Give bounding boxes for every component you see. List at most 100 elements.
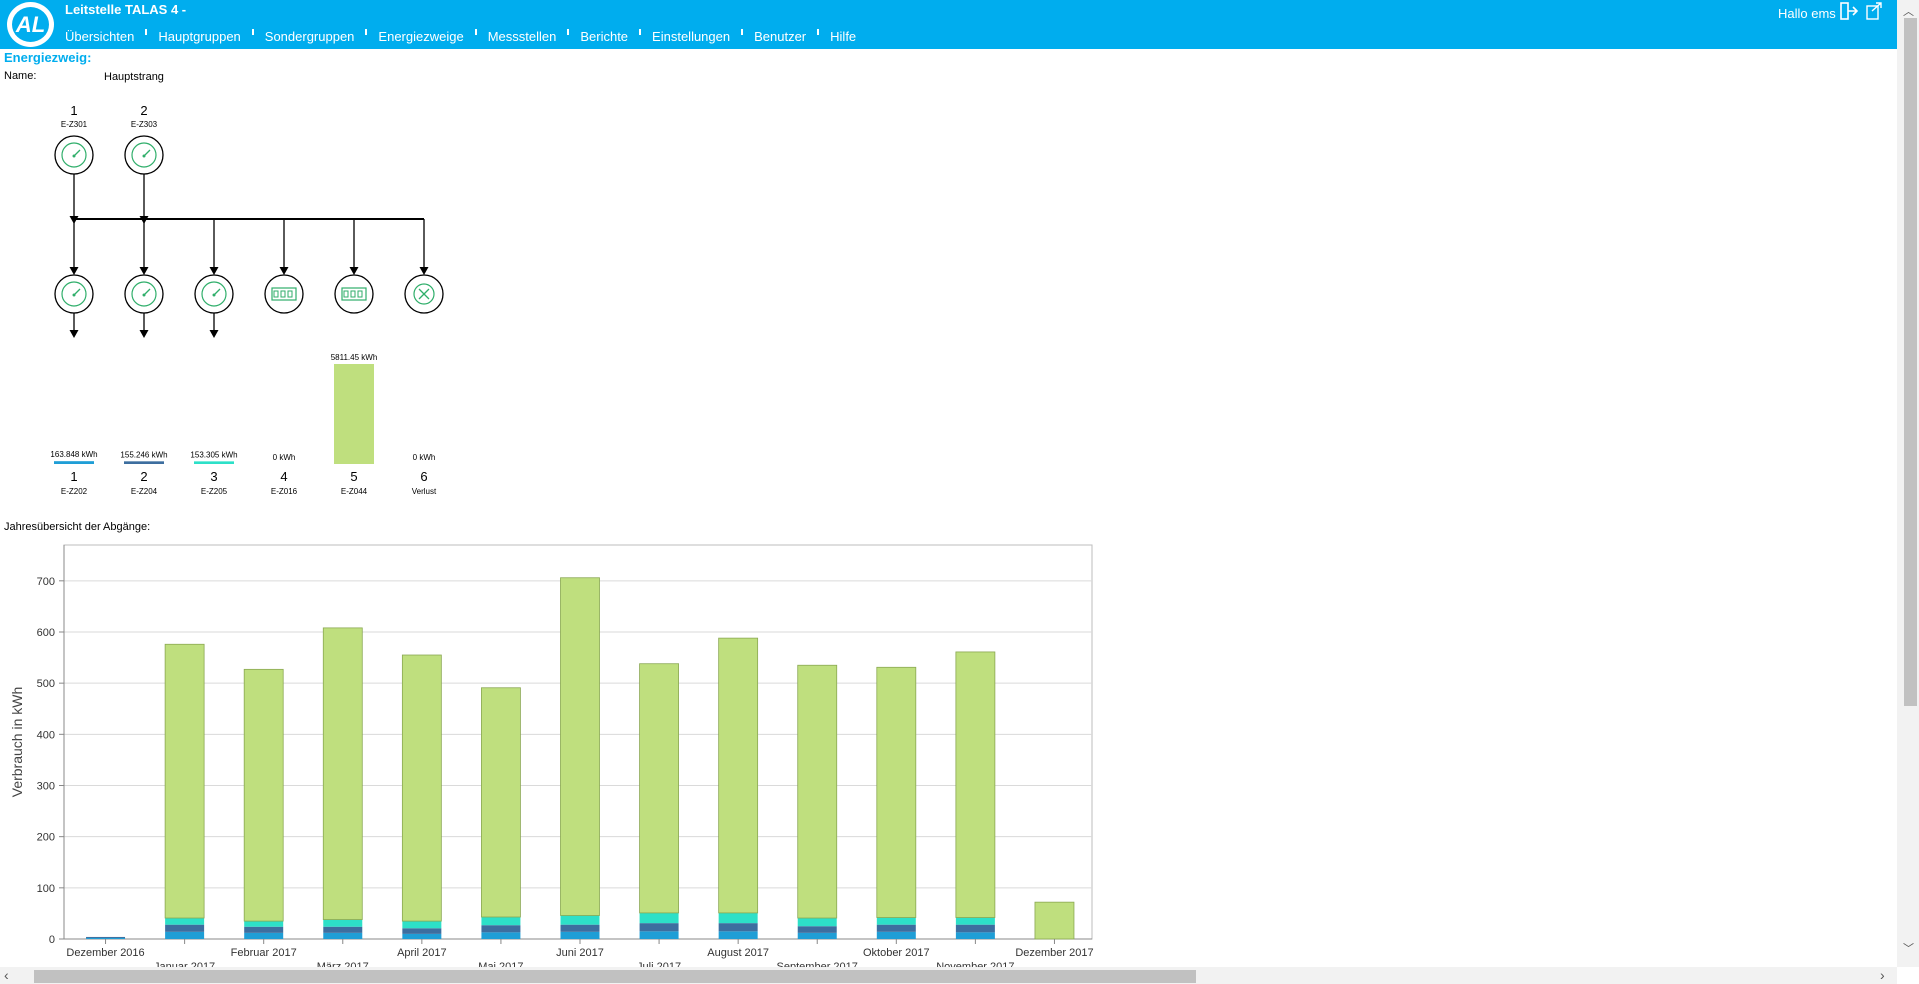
output-meter-5[interactable]	[334, 274, 374, 314]
logout-icon[interactable]	[1839, 1, 1859, 21]
bar-segment[interactable]	[797, 664, 838, 919]
bar-segment[interactable]	[718, 923, 758, 932]
bar-segment[interactable]	[718, 912, 758, 924]
output-meter-6[interactable]	[404, 274, 444, 314]
x-tick-label: Juni 2017	[556, 947, 604, 959]
bar-segment[interactable]	[797, 932, 837, 939]
nav-separator	[741, 29, 744, 35]
bar-segment[interactable]	[322, 627, 363, 920]
bar-segment[interactable]	[560, 924, 600, 932]
bar-segment[interactable]	[402, 921, 442, 929]
output-meter-3[interactable]	[194, 274, 234, 314]
x-tick-label: Februar 2017	[231, 947, 297, 959]
bar-segment[interactable]	[481, 932, 521, 939]
nav-item-hauptgruppen[interactable]: Hauptgruppen	[158, 29, 240, 45]
nav-item-hilfe[interactable]: Hilfe	[830, 29, 856, 45]
nav-item-benutzer[interactable]: Benutzer	[754, 29, 806, 45]
nav-separator	[817, 29, 820, 35]
bar-segment[interactable]	[244, 926, 284, 933]
output-meter-4-ring	[264, 274, 304, 314]
name-label: Name:	[4, 70, 37, 82]
bar-segment[interactable]	[718, 637, 759, 914]
gauge-hub	[72, 293, 76, 297]
scroll-up-icon[interactable]: ︿	[1903, 3, 1914, 19]
bar-segment[interactable]	[560, 577, 600, 916]
scroll-down-icon[interactable]: ﹀	[1903, 940, 1914, 956]
bar-segment[interactable]	[244, 932, 284, 939]
output-number: 2	[140, 469, 147, 484]
x-tick-label: Dezember 2017	[1015, 947, 1093, 959]
bar-segment[interactable]	[323, 926, 363, 933]
y-tick-label: 100	[37, 883, 55, 895]
y-tick-label: 200	[37, 832, 55, 844]
output-meter-4[interactable]	[264, 274, 304, 314]
bar-segment[interactable]	[323, 932, 363, 939]
input-meter-2[interactable]	[124, 135, 164, 175]
output-meter-1[interactable]	[54, 274, 94, 314]
bar-segment[interactable]	[165, 931, 205, 939]
input-number: 2	[140, 103, 147, 118]
bar-segment[interactable]	[323, 919, 363, 927]
outflow-arrow-icon	[69, 330, 79, 338]
scroll-right-icon[interactable]: ›	[1880, 967, 1885, 983]
bar-segment[interactable]	[165, 918, 205, 925]
bar-segment[interactable]	[955, 917, 995, 925]
output-meter-id: E-Z205	[201, 487, 228, 496]
nav-item-berichte[interactable]: Berichte	[580, 29, 628, 45]
nav-item-einstellungen[interactable]: Einstellungen	[652, 29, 730, 45]
nav-item-übersichten[interactable]: Übersichten	[65, 29, 134, 45]
nav-item-messstellen[interactable]: Messstellen	[488, 29, 557, 45]
bar-segment[interactable]	[955, 924, 995, 933]
bar-segment[interactable]	[165, 924, 205, 932]
bar-segment[interactable]	[876, 924, 916, 932]
bar-segment[interactable]	[86, 937, 126, 939]
bar-segment[interactable]	[639, 923, 679, 932]
bar-segment[interactable]	[955, 651, 996, 918]
bar-segment[interactable]	[876, 931, 916, 939]
x-tick-label: Oktober 2017	[863, 947, 930, 959]
bar-segment[interactable]	[560, 915, 600, 925]
nav-separator	[474, 29, 477, 35]
output-number: 4	[280, 469, 287, 484]
output-value-label: 5811.45 kWh	[331, 353, 378, 362]
bar-segment[interactable]	[797, 918, 837, 927]
bar-segment[interactable]	[1034, 901, 1075, 940]
y-tick-label: 300	[37, 780, 55, 792]
scroll-left-icon[interactable]: ‹	[4, 967, 9, 983]
nav-item-sondergruppen[interactable]: Sondergruppen	[265, 29, 355, 45]
bar-segment[interactable]	[402, 928, 442, 934]
bar-segment[interactable]	[876, 917, 916, 925]
nav-item-energiezweige[interactable]: Energiezweige	[378, 29, 463, 45]
flow-arrow-icon	[349, 267, 359, 275]
bar-segment[interactable]	[401, 654, 442, 922]
output-meter-2[interactable]	[124, 274, 164, 314]
bar-segment[interactable]	[718, 931, 758, 939]
bar-segment[interactable]	[86, 936, 126, 938]
bar-segment[interactable]	[560, 931, 600, 939]
input-meter-1[interactable]	[54, 135, 94, 175]
bar-segment[interactable]	[955, 932, 995, 939]
export-icon[interactable]	[1864, 1, 1884, 21]
bar-segment[interactable]	[481, 916, 521, 926]
bar-segment[interactable]	[639, 663, 679, 914]
bar-segment[interactable]	[639, 931, 679, 939]
bar-segment[interactable]	[481, 925, 521, 933]
horizontal-scroll-thumb[interactable]	[34, 970, 1196, 983]
y-tick-label: 500	[37, 678, 55, 690]
nav-separator	[567, 29, 570, 35]
vertical-scroll-thumb[interactable]	[1904, 18, 1917, 706]
output-number: 3	[210, 469, 217, 484]
bar-segment[interactable]	[243, 668, 284, 922]
user-greeting: Hallo ems	[1778, 6, 1836, 21]
bar-segment[interactable]	[481, 687, 521, 918]
nav-separator	[251, 29, 254, 35]
bar-segment[interactable]	[164, 643, 205, 919]
bar-segment[interactable]	[244, 921, 284, 927]
bar-segment[interactable]	[876, 666, 917, 918]
bar-segment[interactable]	[402, 933, 442, 939]
name-value: Hauptstrang	[104, 71, 164, 83]
talas-logo[interactable]: AL	[7, 2, 54, 47]
bar-segment[interactable]	[797, 926, 837, 933]
x-tick-label: April 2017	[397, 947, 447, 959]
bar-segment[interactable]	[639, 912, 679, 924]
